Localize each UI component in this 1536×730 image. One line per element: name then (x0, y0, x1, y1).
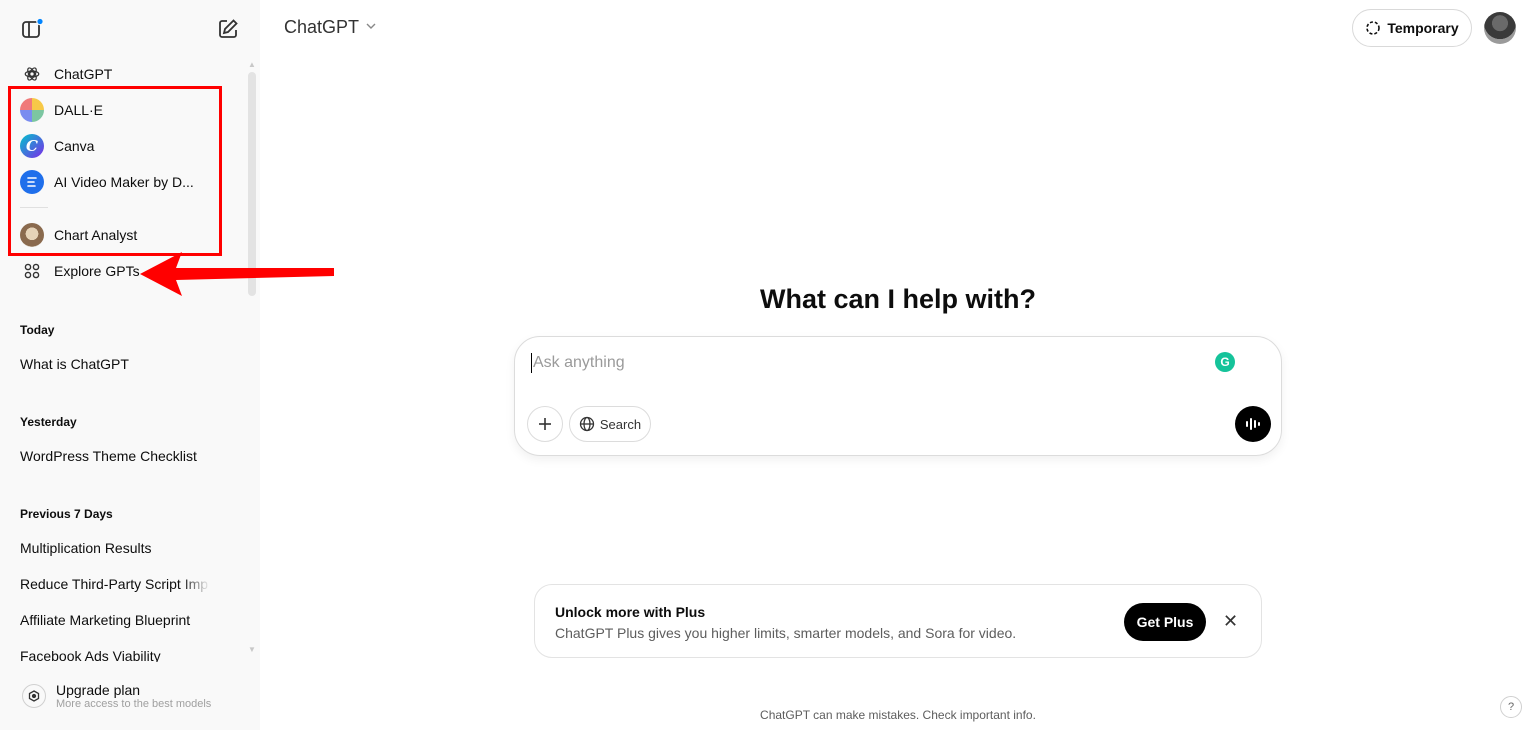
history-item[interactable]: Facebook Ads Viability (20, 648, 230, 662)
sidebar-item-label: ChatGPT (54, 66, 113, 82)
page-title: What can I help with? (760, 284, 1036, 314)
upgrade-hexagon-icon (22, 684, 46, 708)
close-icon[interactable]: ✕ (1223, 611, 1238, 632)
voice-waveform-icon (1246, 418, 1260, 430)
annotation-arrow-icon (140, 252, 334, 296)
globe-icon (579, 416, 595, 432)
temporary-label: Temporary (1387, 20, 1459, 36)
history-heading-today: Today (20, 323, 55, 337)
sidebar-item-label: Explore GPTs (54, 263, 140, 279)
plus-icon (539, 418, 551, 430)
history-item[interactable]: What is ChatGPT (20, 356, 230, 372)
upgrade-subtitle: More access to the best models (56, 698, 212, 710)
new-chat-icon[interactable] (216, 17, 240, 41)
plus-upsell-banner: Unlock more with Plus ChatGPT Plus gives… (534, 584, 1262, 658)
search-label: Search (599, 416, 642, 432)
help-button[interactable]: ? (1500, 696, 1522, 718)
chevron-down-icon (365, 20, 377, 35)
temporary-chat-button[interactable]: Temporary (1352, 9, 1472, 47)
history-heading-previous-7-days: Previous 7 Days (20, 507, 113, 521)
grammarly-icon[interactable]: G (1215, 352, 1235, 372)
voice-mode-button[interactable] (1235, 406, 1271, 442)
scroll-up-arrow-icon[interactable]: ▲ (248, 60, 256, 69)
history-heading-yesterday: Yesterday (20, 415, 77, 429)
attach-plus-button[interactable] (527, 406, 563, 442)
history-item[interactable]: Affiliate Marketing Blueprint (20, 612, 230, 628)
scroll-down-arrow-icon[interactable]: ▼ (248, 645, 256, 654)
openai-logo-icon (20, 62, 44, 86)
model-selector-label: ChatGPT (284, 17, 360, 37)
get-plus-button[interactable]: Get Plus (1124, 603, 1206, 641)
banner-description: ChatGPT Plus gives you higher limits, sm… (555, 625, 1017, 641)
disclaimer-text: ChatGPT can make mistakes. Check importa… (760, 708, 1036, 722)
temporary-dashed-circle-icon (1365, 20, 1381, 36)
annotation-highlight-box (8, 86, 222, 256)
prompt-input[interactable]: Ask anything (531, 353, 1191, 373)
composer: Ask anything G Search (514, 336, 1282, 456)
search-button[interactable]: Search (569, 406, 651, 442)
model-selector[interactable]: ChatGPT (284, 17, 377, 38)
history-item[interactable]: WordPress Theme Checklist (20, 448, 230, 464)
sidebar-toggle-icon[interactable] (20, 17, 44, 41)
history-item[interactable]: Reduce Third-Party Script Imp (20, 576, 210, 592)
avatar[interactable] (1484, 12, 1516, 44)
history-item[interactable]: Multiplication Results (20, 540, 230, 556)
banner-title: Unlock more with Plus (555, 604, 706, 620)
explore-grid-icon (20, 259, 44, 283)
upgrade-title: Upgrade plan (56, 682, 141, 698)
upgrade-plan-button[interactable]: Upgrade plan More access to the best mod… (10, 670, 250, 722)
sidebar-header (0, 0, 260, 56)
